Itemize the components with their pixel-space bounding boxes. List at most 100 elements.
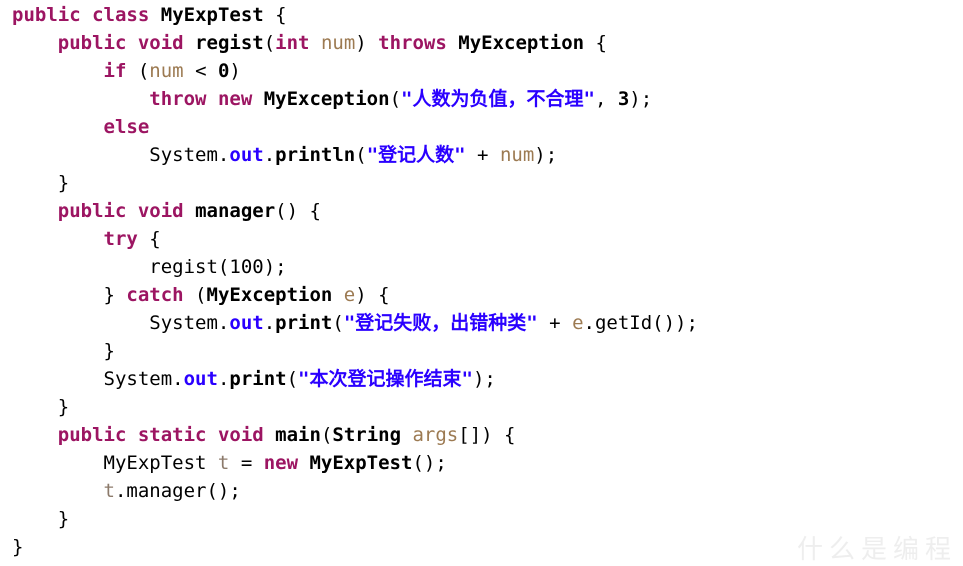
code-token-method: manager: [195, 200, 276, 222]
code-token-punct: );: [534, 144, 558, 166]
code-token-plain: System: [149, 312, 218, 334]
code-token-punct: +: [465, 144, 500, 166]
code-token-keyword: public: [12, 4, 81, 26]
code-token-punct: (: [355, 144, 367, 166]
code-token-param: args: [412, 424, 459, 446]
code-token-punct: .: [263, 312, 276, 334]
code-line[interactable]: }: [0, 533, 963, 561]
code-token-punct: (: [320, 424, 333, 446]
code-token-punct: (: [217, 256, 230, 278]
code-line[interactable]: if (num < 0): [0, 57, 963, 85]
code-token-keyword: else: [103, 116, 150, 138]
code-token-punct: );: [472, 368, 496, 390]
code-token-punct: .: [217, 368, 230, 390]
code-token-punct: <: [183, 60, 218, 82]
code-line[interactable]: public void manager() {: [0, 197, 963, 225]
code-token-number: 0: [217, 60, 230, 82]
code-token-field: out: [229, 312, 264, 334]
code-listing[interactable]: public class MyExpTest { public void reg…: [0, 0, 963, 561]
code-line[interactable]: regist(100);: [0, 253, 963, 281]
code-token-punct: .manager();: [114, 480, 241, 502]
code-token-punct: +: [537, 312, 573, 334]
code-line[interactable]: public void regist(int num) throws MyExc…: [0, 29, 963, 57]
code-line[interactable]: } catch (MyException e) {: [0, 281, 963, 309]
code-line[interactable]: public static void main(String args[]) {: [0, 421, 963, 449]
code-token-plain: regist: [149, 256, 218, 278]
code-line[interactable]: }: [0, 169, 963, 197]
code-line[interactable]: System.out.println("登记人数" + num);: [0, 141, 963, 169]
code-token-punct: (: [183, 284, 207, 306]
code-token-punct: ): [229, 60, 241, 82]
code-token-string: ": [526, 312, 538, 334]
code-token-keyword: if: [103, 60, 127, 82]
code-token-string: ": [366, 144, 379, 166]
code-token-keyword: int: [275, 32, 310, 54]
code-token-method: main: [275, 424, 321, 446]
code-token-string: 登记失败，出错种类: [355, 312, 527, 334]
code-line[interactable]: public class MyExpTest {: [0, 1, 963, 29]
code-token-type: MyException: [263, 88, 390, 110]
code-line[interactable]: System.out.print("登记失败，出错种类" + e.getId()…: [0, 309, 963, 337]
code-token-punct: {: [263, 4, 287, 26]
code-token-string: ": [401, 88, 413, 110]
code-token-punct: {: [137, 228, 161, 250]
code-token-string: ": [298, 368, 310, 390]
code-line[interactable]: try {: [0, 225, 963, 253]
code-token-type: MyException: [458, 32, 585, 54]
code-token-plain: 100: [229, 256, 264, 278]
code-line[interactable]: }: [0, 505, 963, 533]
code-token-punct: .: [263, 144, 276, 166]
code-token-keyword: void: [137, 32, 184, 54]
code-token-param: e: [572, 312, 584, 334]
code-token-local: t: [103, 480, 115, 502]
code-token-param: num: [499, 144, 535, 166]
code-line[interactable]: t.manager();: [0, 477, 963, 505]
code-token-keyword: try: [103, 228, 138, 250]
code-token-punct: () {: [275, 200, 321, 222]
code-token-string: 人数为负值，不合理: [412, 88, 584, 110]
code-token-keyword: throw: [149, 88, 207, 110]
code-token-keyword: public: [57, 32, 127, 54]
code-line[interactable]: }: [0, 337, 963, 365]
code-token-param: e: [343, 284, 356, 306]
code-line[interactable]: System.out.print("本次登记操作结束");: [0, 365, 963, 393]
code-token-string: ": [454, 144, 466, 166]
code-token-keyword: static: [137, 424, 207, 446]
code-token-string: 登记人数: [378, 144, 455, 166]
code-line[interactable]: throw new MyException("人数为负值，不合理", 3);: [0, 85, 963, 113]
code-token-punct: }: [103, 284, 127, 306]
code-token-punct: }: [57, 172, 70, 194]
code-line[interactable]: }: [0, 393, 963, 421]
code-token-field: out: [183, 368, 218, 390]
code-token-punct: }: [12, 536, 24, 558]
code-token-keyword: public: [57, 424, 127, 446]
code-token-punct: );: [263, 256, 287, 278]
code-line[interactable]: MyExpTest t = new MyExpTest();: [0, 449, 963, 477]
code-line[interactable]: else: [0, 113, 963, 141]
code-token-punct: }: [57, 396, 70, 418]
code-token-string: ": [343, 312, 356, 334]
code-token-method: println: [275, 144, 356, 166]
code-token-punct: (: [332, 312, 344, 334]
code-token-punct: ,: [594, 88, 618, 110]
code-token-punct: .getId());: [583, 312, 698, 334]
